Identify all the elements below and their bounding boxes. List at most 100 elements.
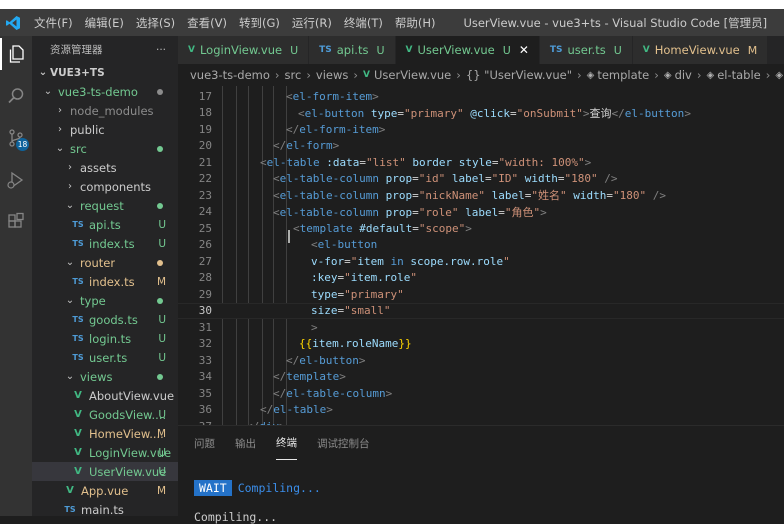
menu-item[interactable]: 运行(R) — [286, 15, 338, 31]
code-text: <el-table :data="list" border style="wid… — [260, 156, 591, 169]
code-token: "small" — [344, 304, 391, 318]
file-item[interactable]: V UserView.vue U — [32, 462, 178, 481]
file-label: login.ts — [89, 331, 132, 346]
file-item[interactable]: V AboutView.vue — [32, 386, 178, 405]
file-item[interactable]: TS main.ts — [32, 500, 178, 517]
folder-item[interactable]: › assets — [32, 158, 178, 177]
code-token: = — [412, 172, 419, 186]
folder-item[interactable]: ⌄ views — [32, 367, 178, 386]
more-actions-icon[interactable]: ··· — [156, 44, 166, 56]
chevron-right-icon: › — [765, 68, 771, 82]
file-label: index.ts — [89, 236, 135, 251]
line-number: 29 — [198, 287, 212, 301]
typescript-file-icon: TS — [549, 45, 563, 55]
folder-item[interactable]: ⌄ vue3-ts-demo — [32, 82, 178, 101]
file-item[interactable]: TS index.ts U — [32, 234, 178, 253]
code-text: <el-table-column prop="nickName" label="… — [273, 187, 666, 203]
breadcrumb-item[interactable]: el-table — [717, 68, 761, 82]
folder-item[interactable]: › public — [32, 120, 178, 139]
code-token: v-for — [311, 254, 345, 268]
code-text: v-for="item in scope.row.role" — [311, 255, 510, 268]
breadcrumb: vue3-ts-demo › src › views › V UserView.vue › {} … — [178, 64, 784, 86]
tab-label: api.ts — [336, 43, 369, 57]
file-item[interactable]: V LoginView.vue U — [32, 443, 178, 462]
folder-item[interactable]: ⌄ type — [32, 291, 178, 310]
folder-item[interactable]: ⌄ request — [32, 196, 178, 215]
code-token: width — [573, 189, 607, 203]
source-control-icon[interactable]: 18 — [0, 122, 32, 154]
chevron-right-icon: › — [58, 105, 62, 116]
panel-tab[interactable]: 问题 — [194, 426, 215, 460]
folder-item[interactable]: › components — [32, 177, 178, 196]
menu-item[interactable]: 转到(G) — [233, 15, 286, 31]
extensions-icon[interactable] — [0, 206, 32, 238]
menu-item[interactable]: 选择(S) — [130, 15, 181, 31]
code-token: > — [339, 370, 346, 384]
breadcrumb-item[interactable]: template — [597, 68, 649, 82]
chevron-down-icon: ⌄ — [65, 295, 75, 306]
code-token: el-button — [624, 106, 685, 120]
file-label: AboutView.vue — [89, 388, 175, 403]
menu-item[interactable]: 编辑(E) — [79, 15, 130, 31]
menu-item[interactable]: 查看(V) — [181, 15, 233, 31]
vue-file-icon: V — [74, 428, 82, 439]
run-debug-icon[interactable] — [0, 164, 32, 196]
file-item[interactable]: V GoodsView.... U — [32, 405, 178, 424]
folder-item[interactable]: ⌄ src — [32, 139, 178, 158]
code-text: <template #default="scope"> — [293, 222, 472, 235]
workspace-root[interactable]: ⌄ VUE3+TS — [32, 63, 178, 82]
tab-loginview-vue[interactable]: V LoginView.vue U — [178, 36, 310, 64]
breadcrumb-item[interactable]: div — [675, 68, 692, 82]
folder-item[interactable]: ⌄ router — [32, 253, 178, 272]
code-token: > — [385, 386, 393, 400]
breadcrumb-item[interactable]: UserView.vue — [374, 68, 451, 82]
close-icon[interactable]: ✕ — [519, 43, 529, 57]
breadcrumb-item[interactable]: src — [285, 68, 302, 82]
line-number: 33 — [198, 353, 212, 367]
panel-tab[interactable]: 终端 — [276, 426, 297, 460]
code-text: </el-button> — [286, 354, 365, 367]
chevron-right-icon: › — [274, 68, 280, 82]
menu-item[interactable]: 文件(F) — [28, 15, 79, 31]
code-token: border — [412, 155, 453, 169]
file-item[interactable]: TS index.ts M — [32, 272, 178, 291]
file-item[interactable]: TS login.ts U — [32, 329, 178, 348]
tab-api-ts[interactable]: TS api.ts U — [309, 36, 396, 64]
line-number: 18 — [198, 106, 212, 120]
breadcrumb-item[interactable]: {} "UserView.vue" — [466, 68, 572, 82]
menu-item[interactable]: 终端(T) — [338, 15, 389, 31]
typescript-file-icon: TS — [72, 334, 84, 343]
breadcrumb-item[interactable]: views — [316, 68, 348, 82]
code-token: = — [359, 155, 366, 169]
code-token: type — [311, 287, 338, 301]
file-label: components — [80, 179, 152, 194]
folder-item[interactable]: › node_modules — [32, 101, 178, 120]
code-line: 19 </el-form-item> — [178, 121, 784, 138]
file-item[interactable]: TS goods.ts U — [32, 310, 178, 329]
code-token: " — [410, 271, 417, 285]
menu-item[interactable]: 帮助(H) — [389, 15, 442, 31]
code-token: "role" — [418, 205, 459, 219]
search-icon[interactable] — [0, 80, 32, 112]
code-token: label — [491, 189, 525, 203]
file-item[interactable]: TS user.ts U — [32, 348, 178, 367]
code-line: 28:key="item.role" — [178, 270, 784, 287]
code-editor[interactable]: 17 <el-form-item> 18 <el-button type="prima… — [178, 86, 784, 425]
element-icon: ◈ — [775, 69, 784, 81]
file-label: type — [80, 293, 106, 308]
terminal-message: Compiling... — [237, 481, 321, 495]
tab-userview-vue[interactable]: V UserView.vue U ✕ — [395, 36, 540, 64]
menu-bar: 文件(F) 编辑(E) 选择(S) 查看(V) 转到(G) 运行(R) 终端(T) 帮助(H) — [28, 15, 441, 31]
breadcrumb-item[interactable]: vue3-ts-demo — [190, 68, 270, 82]
tab-user-ts[interactable]: TS user.ts U — [539, 36, 633, 64]
typescript-file-icon: TS — [72, 220, 84, 229]
explorer-icon[interactable] — [0, 38, 32, 70]
tab-homeview-vue[interactable]: V HomeView.vue M — [632, 36, 769, 64]
file-item[interactable]: V HomeView.... M — [32, 424, 178, 443]
tab-status: U — [376, 43, 385, 57]
file-item[interactable]: TS api.ts U — [32, 215, 178, 234]
panel-tab[interactable]: 调试控制台 — [317, 426, 370, 460]
panel-tab[interactable]: 输出 — [235, 426, 256, 460]
file-item[interactable]: V App.vue M — [32, 481, 178, 500]
